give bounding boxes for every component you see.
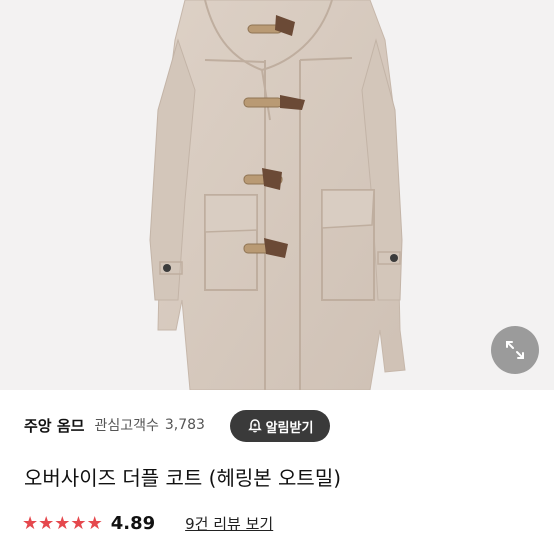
alarm-subscribe-button[interactable]: 알림받기 — [230, 410, 330, 442]
rating-row: ★ ★ ★ ★ ★ 4.89 9건 리뷰 보기 — [22, 510, 273, 536]
star-icon: ★ — [54, 512, 71, 534]
rating-value: 4.89 — [110, 512, 156, 534]
product-title: 오버사이즈 더플 코트 (헤링본 오트밀) — [24, 466, 342, 490]
star-icon: ★ — [70, 512, 87, 534]
review-link[interactable]: 9건 리뷰 보기 — [185, 513, 273, 534]
expand-arrows-icon — [504, 339, 526, 361]
star-icon: ★ — [86, 512, 103, 534]
star-rating: ★ ★ ★ ★ ★ — [22, 513, 103, 534]
star-icon: ★ — [22, 512, 39, 534]
coat-illustration — [149, 0, 406, 390]
expand-image-button[interactable] — [491, 326, 539, 374]
bell-plus-icon — [247, 418, 263, 434]
alarm-button-label: 알림받기 — [265, 420, 314, 436]
seller-name[interactable]: 주앙 옴므 — [24, 415, 84, 436]
follower-label: 관심고객수 — [94, 418, 159, 434]
star-icon: ★ — [38, 512, 55, 534]
product-image[interactable] — [0, 0, 554, 390]
follower-count: 3,783 — [164, 417, 205, 433]
